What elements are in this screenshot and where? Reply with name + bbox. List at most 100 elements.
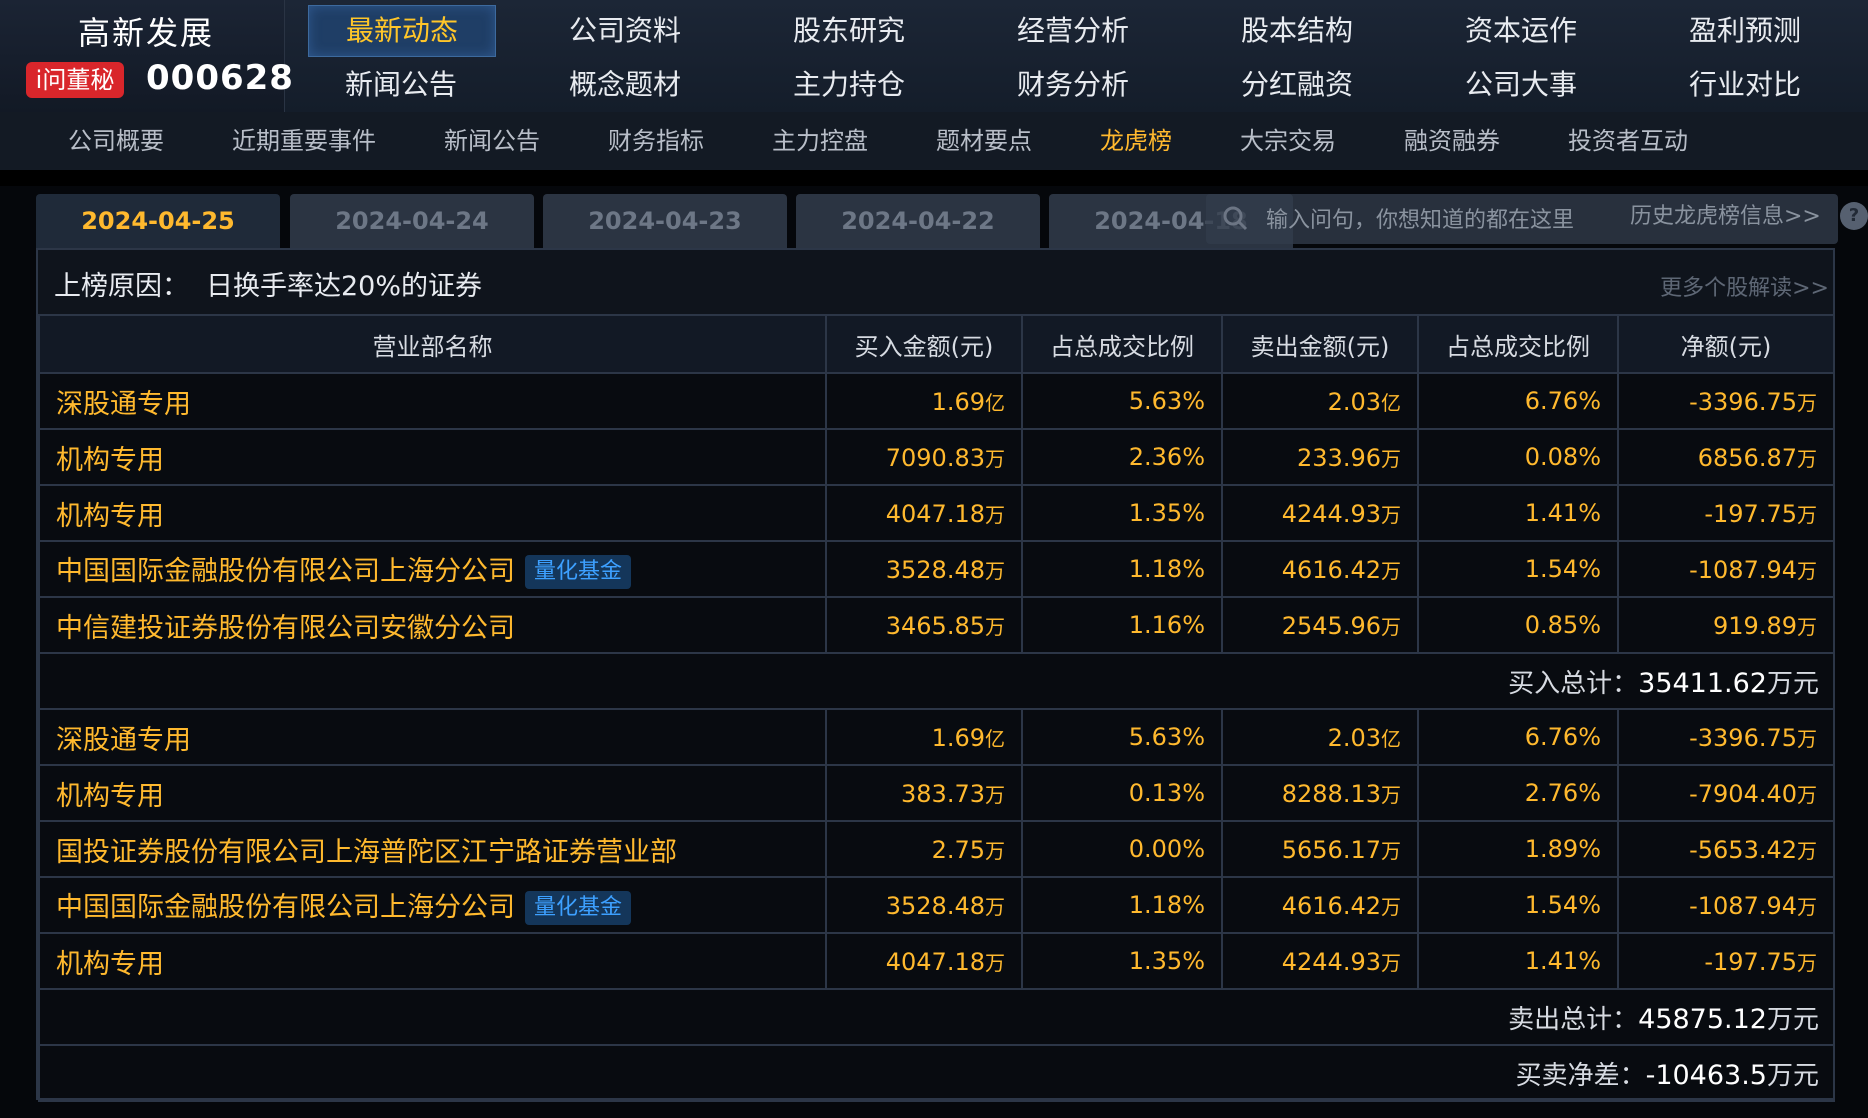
quant-fund-tag[interactable]: 量化基金 xyxy=(525,891,632,926)
menu-company-info[interactable]: 公司资料 xyxy=(532,6,718,56)
sell-amount-cell: 2.03亿 xyxy=(1221,372,1419,430)
unit-label: 万 xyxy=(985,782,1005,807)
sell-total-value: 45875.12 xyxy=(1638,1003,1767,1035)
branch-name-cell: 机构专用 xyxy=(38,764,827,822)
stock-code: 000628 xyxy=(146,58,294,98)
buy-total-label: 买入总计： xyxy=(1508,668,1639,699)
subnav-dragon-tiger-list[interactable]: 龙虎榜 xyxy=(1100,112,1172,170)
menu-operation-analysis[interactable]: 经营分析 xyxy=(980,6,1166,56)
unit-label: 亿 xyxy=(985,726,1005,751)
tab-date-2024-04-24[interactable]: 2024-04-24 xyxy=(290,194,534,248)
sell-ratio-cell: 1.41% xyxy=(1417,932,1619,990)
table-row: 机构专用 4047.18万 1.35% 4244.93万 1.41% -197.… xyxy=(38,932,1835,990)
branch-name[interactable]: 中国国际金融股份有限公司上海分公司 xyxy=(56,892,515,923)
subnav-company-overview[interactable]: 公司概要 xyxy=(68,112,164,170)
col-header-buy-ratio: 占总成交比例 xyxy=(1021,314,1223,374)
branch-name[interactable]: 机构专用 xyxy=(56,445,164,476)
col-header-net-amount: 净额(元) xyxy=(1617,314,1835,374)
subnav-theme-points[interactable]: 题材要点 xyxy=(936,112,1032,170)
sell-amount: 2.03 xyxy=(1327,387,1381,416)
unit-label: 万 xyxy=(985,446,1005,471)
menu-financial-analysis[interactable]: 财务分析 xyxy=(980,60,1166,110)
sell-ratio-cell: 2.76% xyxy=(1417,764,1619,822)
unit-label: 万 xyxy=(1381,614,1401,639)
sell-amount-cell: 2545.96万 xyxy=(1221,596,1419,654)
branch-name[interactable]: 机构专用 xyxy=(56,781,164,812)
branch-name-cell: 国投证券股份有限公司上海普陀区江宁路证券营业部 xyxy=(38,820,827,878)
branch-name-cell: 深股通专用 xyxy=(38,372,827,430)
unit-label: 亿 xyxy=(985,390,1005,415)
tab-date-2024-04-22[interactable]: 2024-04-22 xyxy=(796,194,1040,248)
branch-name[interactable]: 深股通专用 xyxy=(56,725,191,756)
net-difference-unit: 万元 xyxy=(1766,1060,1819,1091)
menu-main-holdings[interactable]: 主力持仓 xyxy=(756,60,942,110)
branch-name[interactable]: 深股通专用 xyxy=(56,389,191,420)
subnav-news[interactable]: 新闻公告 xyxy=(444,112,540,170)
branch-name-cell: 机构专用 xyxy=(38,428,827,486)
buy-amount-cell: 3528.48万 xyxy=(825,876,1023,934)
branch-name[interactable]: 国投证券股份有限公司上海普陀区江宁路证券营业部 xyxy=(56,837,677,868)
subnav-recent-events[interactable]: 近期重要事件 xyxy=(232,112,376,170)
branch-name[interactable]: 中信建投证券股份有限公司安徽分公司 xyxy=(56,613,515,644)
buy-ratio-cell: 0.13% xyxy=(1021,764,1223,822)
sell-ratio-cell: 1.54% xyxy=(1417,876,1619,934)
subnav-investor-interaction[interactable]: 投资者互动 xyxy=(1568,112,1688,170)
buy-amount: 3465.85 xyxy=(885,611,985,640)
branch-name[interactable]: 机构专用 xyxy=(56,949,164,980)
search-box: 历史龙虎榜信息>> xyxy=(1206,194,1838,246)
net-difference-label: 买卖净差： xyxy=(1515,1060,1646,1091)
unit-label: 万 xyxy=(1381,894,1401,919)
branch-name[interactable]: 中国国际金融股份有限公司上海分公司 xyxy=(56,556,515,587)
search-input[interactable] xyxy=(1264,194,1628,246)
tab-date-2024-04-25[interactable]: 2024-04-25 xyxy=(36,194,280,248)
net-amount-cell: -1087.94万 xyxy=(1617,876,1835,934)
table-header-row: 营业部名称 买入金额(元) 占总成交比例 卖出金额(元) 占总成交比例 净额(元… xyxy=(38,314,1835,374)
subnav-margin-trading[interactable]: 融资融券 xyxy=(1404,112,1500,170)
buy-amount-cell: 1.69亿 xyxy=(825,708,1023,766)
search-icon[interactable] xyxy=(1216,204,1256,234)
buy-amount-cell: 3465.85万 xyxy=(825,596,1023,654)
sell-ratio-cell: 6.76% xyxy=(1417,708,1619,766)
subnav-financial-indicators[interactable]: 财务指标 xyxy=(608,112,704,170)
sell-ratio-cell: 0.08% xyxy=(1417,428,1619,486)
history-dragon-tiger-link[interactable]: 历史龙虎榜信息>> xyxy=(1630,194,1821,244)
menu-share-structure[interactable]: 股本结构 xyxy=(1204,6,1390,56)
menu-company-events[interactable]: 公司大事 xyxy=(1428,60,1614,110)
net-amount-cell: -1087.94万 xyxy=(1617,540,1835,598)
unit-label: 万 xyxy=(985,838,1005,863)
buy-amount: 3528.48 xyxy=(885,555,985,584)
menu-industry-comparison[interactable]: 行业对比 xyxy=(1652,60,1838,110)
sell-amount-cell: 4616.42万 xyxy=(1221,876,1419,934)
buy-ratio-cell: 5.63% xyxy=(1021,708,1223,766)
help-icon[interactable]: ? xyxy=(1840,202,1868,230)
menu-capital-operation[interactable]: 资本运作 xyxy=(1428,6,1614,56)
menu-news-announcements[interactable]: 新闻公告 xyxy=(308,60,494,110)
table-row: 深股通专用 1.69亿 5.63% 2.03亿 6.76% -3396.75万 xyxy=(38,372,1835,430)
unit-label: 万 xyxy=(985,502,1005,527)
menu-concept-themes[interactable]: 概念题材 xyxy=(532,60,718,110)
menu-dividend-financing[interactable]: 分红融资 xyxy=(1204,60,1390,110)
more-stock-analysis-link[interactable]: 更多个股解读>> xyxy=(1660,270,1829,302)
subnav-main-control[interactable]: 主力控盘 xyxy=(772,112,868,170)
unit-label: 万 xyxy=(1797,390,1817,415)
buy-amount-cell: 383.73万 xyxy=(825,764,1023,822)
menu-profit-forecast[interactable]: 盈利预测 xyxy=(1652,6,1838,56)
table-row: 中国国际金融股份有限公司上海分公司 量化基金 3528.48万 1.18% 461… xyxy=(38,876,1835,934)
net-amount: -5653.42 xyxy=(1689,835,1797,864)
branch-name-cell: 深股通专用 xyxy=(38,708,827,766)
net-amount: -1087.94 xyxy=(1689,555,1797,584)
tab-date-2024-04-23[interactable]: 2024-04-23 xyxy=(543,194,787,248)
subnav-block-trades[interactable]: 大宗交易 xyxy=(1240,112,1336,170)
sell-amount: 8288.13 xyxy=(1281,779,1381,808)
unit-label: 万 xyxy=(1797,950,1817,975)
company-name: 高新发展 xyxy=(78,14,215,52)
ask-secretary-badge[interactable]: i问董秘 xyxy=(26,62,124,98)
buy-ratio-cell: 1.16% xyxy=(1021,596,1223,654)
buy-amount: 4047.18 xyxy=(885,499,985,528)
unit-label: 万 xyxy=(1797,614,1817,639)
menu-shareholder-research[interactable]: 股东研究 xyxy=(756,6,942,56)
menu-latest-news[interactable]: 最新动态 xyxy=(308,5,496,57)
col-header-sell-ratio: 占总成交比例 xyxy=(1417,314,1619,374)
branch-name[interactable]: 机构专用 xyxy=(56,501,164,532)
quant-fund-tag[interactable]: 量化基金 xyxy=(525,555,632,590)
